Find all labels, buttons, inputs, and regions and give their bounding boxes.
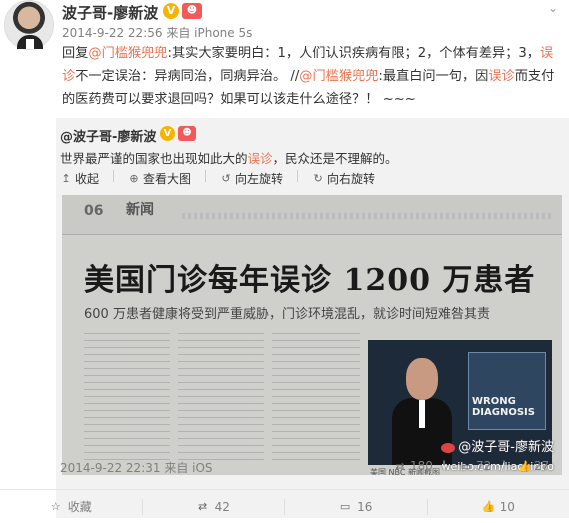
post-author[interactable]: 波子哥-廖新波 <box>62 2 158 23</box>
post-meta: 2014-9-22 22:56 来自 iPhone 5s <box>62 24 252 41</box>
rotate-left-icon: ↺ <box>221 172 231 185</box>
collapse-icon: ↥ <box>61 172 71 185</box>
image-toolbar: ↥ 收起 ⊕ 查看大图 ↺ 向左旋转 ↻ 向右旋转 <box>60 170 375 187</box>
verified-icon: V <box>160 126 175 141</box>
divider <box>113 170 115 182</box>
repost-icon: ⇄ <box>198 500 208 513</box>
repost-icon: ⇄ <box>395 459 405 473</box>
like-count[interactable]: 👍 27 <box>518 459 549 473</box>
comment-button[interactable]: ▭ 16 <box>285 490 427 523</box>
section-title: 新闻 <box>126 202 154 218</box>
newspaper-header: 06 新闻 <box>62 195 562 235</box>
repost-text: 世界最严谨的国家也出现如此大的误诊，民众还是不理解的。 <box>60 151 398 166</box>
post-source: 来自 iPhone 5s <box>166 26 253 40</box>
tv-graphic <box>468 352 546 430</box>
image-watermark: @波子哥-廖新波 <box>441 436 554 455</box>
divider: | <box>502 459 507 473</box>
post-image[interactable]: 06 新闻 美国门诊每年误诊 1200 万患者 600 万患者健康将受到严重威胁… <box>62 195 562 475</box>
comment-count[interactable]: ▭ 72 <box>460 459 491 473</box>
avatar[interactable] <box>4 0 54 50</box>
article-column <box>272 333 360 465</box>
repost-button[interactable]: ⇄ 42 <box>143 490 285 523</box>
divider: | <box>442 459 447 473</box>
text-run: 回复 <box>62 46 89 61</box>
comment-icon: ▭ <box>460 459 472 473</box>
text-run: 不一定误治：异病同治，同病异治。 // <box>75 69 300 84</box>
repost-meta: 2014-9-22 22:31 来自 iOS <box>60 459 213 476</box>
text-run: :其实大家要明白：1，人们认识疾病有限；2，个体有差异；3， <box>167 46 541 61</box>
rotate-right-icon: ↻ <box>313 172 323 185</box>
rotate-left-button[interactable]: ↺ 向左旋转 <box>220 170 283 187</box>
zoom-icon: ⊕ <box>129 172 139 185</box>
mention-link[interactable]: @门槛猴兜兜 <box>299 69 378 84</box>
text-run: :最直白问一句，因 <box>378 69 489 84</box>
thumbs-up-icon: 👍 <box>518 459 532 473</box>
newspaper-headline: 美国门诊每年误诊 1200 万患者 <box>84 263 536 298</box>
chevron-down-icon[interactable]: ⌄ <box>548 1 558 15</box>
star-icon: ☆ <box>50 500 61 513</box>
repost-card: @波子哥-廖新波 V ☻ 世界最严谨的国家也出现如此大的误诊，民众还是不理解的。… <box>56 118 569 518</box>
article-column <box>84 333 170 465</box>
repost-count[interactable]: ⇄ 180 <box>394 459 433 473</box>
repost-author[interactable]: @波子哥-廖新波 <box>60 126 156 145</box>
thumbs-up-icon: 👍 <box>481 500 496 513</box>
action-bar: ☆ 收藏 ⇄ 42 ▭ 16 👍 10 <box>0 489 569 523</box>
repost-time[interactable]: 2014-9-22 22:31 <box>60 461 161 475</box>
like-button[interactable]: 👍 10 <box>428 490 569 523</box>
rotate-right-button[interactable]: ↻ 向右旋转 <box>312 170 375 187</box>
repost-source: 来自 iOS <box>164 461 213 475</box>
weibo-logo-icon <box>441 442 456 453</box>
comment-icon: ▭ <box>339 500 351 513</box>
header-rule <box>182 213 552 219</box>
post-text: 回复@门槛猴兜兜:其实大家要明白：1，人们认识疾病有限；2，个体有差异；3，误诊… <box>62 42 566 111</box>
verified-icon: V <box>163 3 179 19</box>
tv-caption: WRONG DIAGNOSIS <box>472 396 535 418</box>
newspaper-subhead: 600 万患者健康将受到严重威胁，门诊环境混乱，就诊时间短难咎其责 <box>84 307 490 322</box>
keyword-link[interactable]: 误诊 <box>488 69 514 84</box>
member-icon: ☻ <box>178 126 196 141</box>
keyword-link[interactable]: 误诊 <box>248 151 273 166</box>
view-large-button[interactable]: ⊕ 查看大图 <box>128 170 191 187</box>
page-number: 06 <box>84 203 104 219</box>
post-time[interactable]: 2014-9-22 22:56 <box>62 26 163 40</box>
member-icon: ☻ <box>182 3 202 19</box>
article-column <box>178 333 264 465</box>
favorite-button[interactable]: ☆ 收藏 <box>0 490 142 523</box>
divider <box>297 170 299 182</box>
collapse-button[interactable]: ↥ 收起 <box>60 170 99 187</box>
mention-link[interactable]: @门槛猴兜兜 <box>88 46 167 61</box>
divider <box>205 170 207 182</box>
